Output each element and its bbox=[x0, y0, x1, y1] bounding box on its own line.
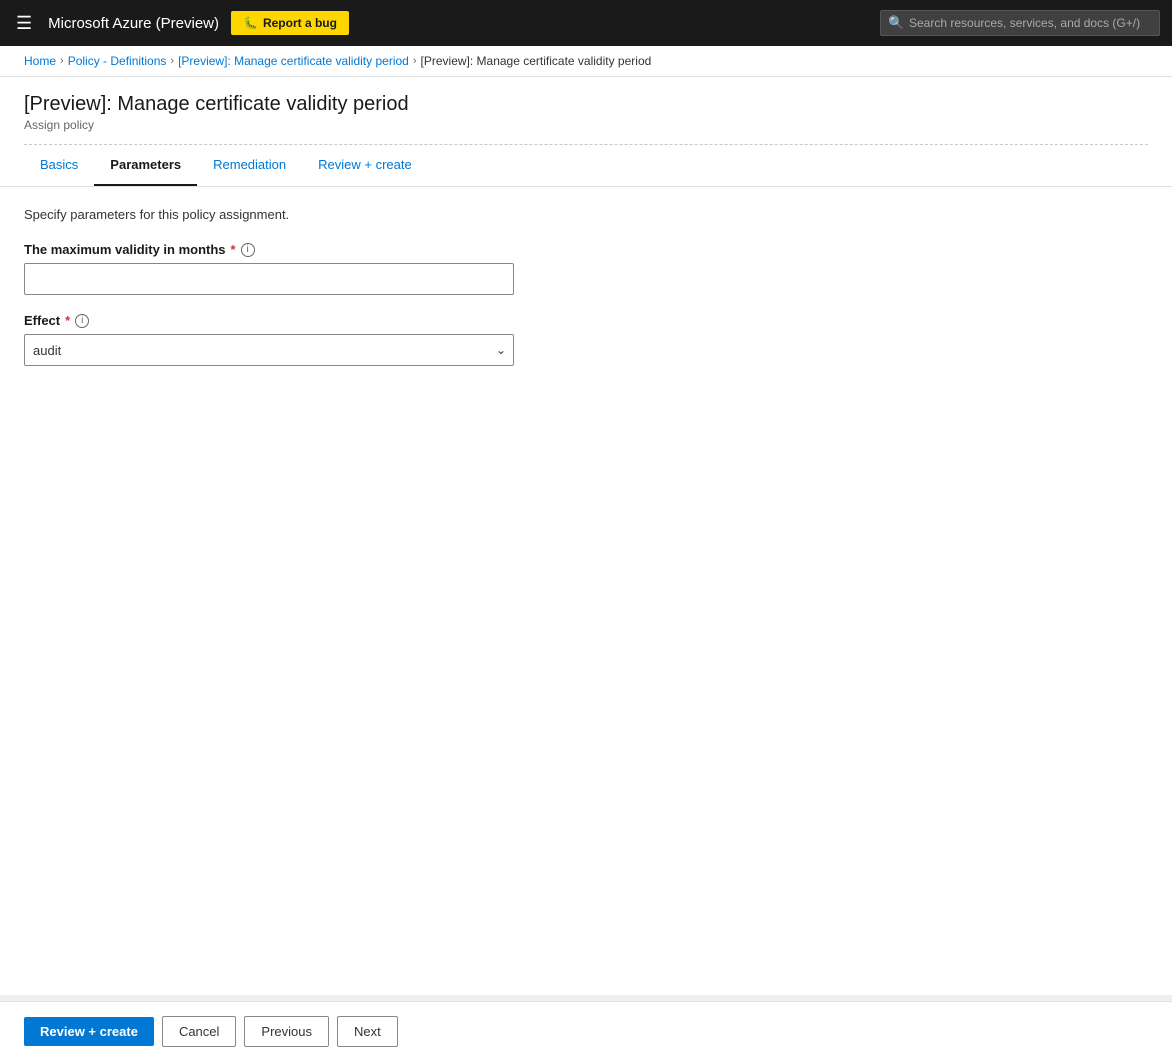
effect-select[interactable]: audit deny disabled bbox=[24, 334, 514, 366]
cancel-button[interactable]: Cancel bbox=[162, 1016, 236, 1047]
footer-bar: Review + create Cancel Previous Next bbox=[0, 1001, 1172, 1061]
review-create-button[interactable]: Review + create bbox=[24, 1017, 154, 1046]
page-title: [Preview]: Manage certificate validity p… bbox=[24, 93, 1148, 116]
previous-button[interactable]: Previous bbox=[244, 1016, 329, 1047]
breadcrumb-manage-cert[interactable]: [Preview]: Manage certificate validity p… bbox=[178, 54, 409, 68]
required-star-validity: * bbox=[231, 242, 236, 257]
tab-remediation[interactable]: Remediation bbox=[197, 145, 302, 186]
top-navbar: ☰ Microsoft Azure (Preview) 🐛 Report a b… bbox=[0, 0, 1172, 46]
tab-basics[interactable]: Basics bbox=[24, 145, 94, 186]
breadcrumb-sep-2: › bbox=[170, 55, 174, 67]
breadcrumb-policy-definitions[interactable]: Policy - Definitions bbox=[68, 54, 167, 68]
report-bug-button[interactable]: 🐛 Report a bug bbox=[231, 11, 349, 35]
search-input[interactable] bbox=[880, 10, 1160, 36]
field-max-validity: The maximum validity in months * i bbox=[24, 242, 1148, 295]
tab-review-create[interactable]: Review + create bbox=[302, 145, 428, 186]
field-effect-label: Effect * i bbox=[24, 313, 1148, 328]
breadcrumb-current: [Preview]: Manage certificate validity p… bbox=[421, 54, 652, 68]
app-title: Microsoft Azure (Preview) bbox=[48, 15, 219, 32]
bug-icon: 🐛 bbox=[243, 16, 258, 30]
tabs-bar: Basics Parameters Remediation Review + c… bbox=[0, 145, 1172, 187]
page-subtitle: Assign policy bbox=[24, 118, 1148, 132]
next-button[interactable]: Next bbox=[337, 1016, 398, 1047]
field-effect: Effect * i audit deny disabled ⌄ bbox=[24, 313, 1148, 366]
main-content: [Preview]: Manage certificate validity p… bbox=[0, 77, 1172, 995]
breadcrumb-sep-1: › bbox=[60, 55, 64, 67]
info-icon-effect[interactable]: i bbox=[75, 314, 89, 328]
info-icon-validity[interactable]: i bbox=[241, 243, 255, 257]
breadcrumb-home[interactable]: Home bbox=[24, 54, 56, 68]
search-wrapper: 🔍 bbox=[880, 10, 1160, 36]
hamburger-menu-icon[interactable]: ☰ bbox=[12, 9, 36, 38]
tab-parameters[interactable]: Parameters bbox=[94, 145, 197, 186]
form-content: Specify parameters for this policy assig… bbox=[0, 187, 1172, 404]
page-header: [Preview]: Manage certificate validity p… bbox=[0, 77, 1172, 145]
required-star-effect: * bbox=[65, 313, 70, 328]
max-validity-input[interactable] bbox=[24, 263, 514, 295]
field-max-validity-label: The maximum validity in months * i bbox=[24, 242, 1148, 257]
breadcrumb-sep-3: › bbox=[413, 55, 417, 67]
effect-select-wrapper: audit deny disabled ⌄ bbox=[24, 334, 514, 366]
breadcrumb: Home › Policy - Definitions › [Preview]:… bbox=[0, 46, 1172, 77]
form-description: Specify parameters for this policy assig… bbox=[24, 207, 1148, 222]
